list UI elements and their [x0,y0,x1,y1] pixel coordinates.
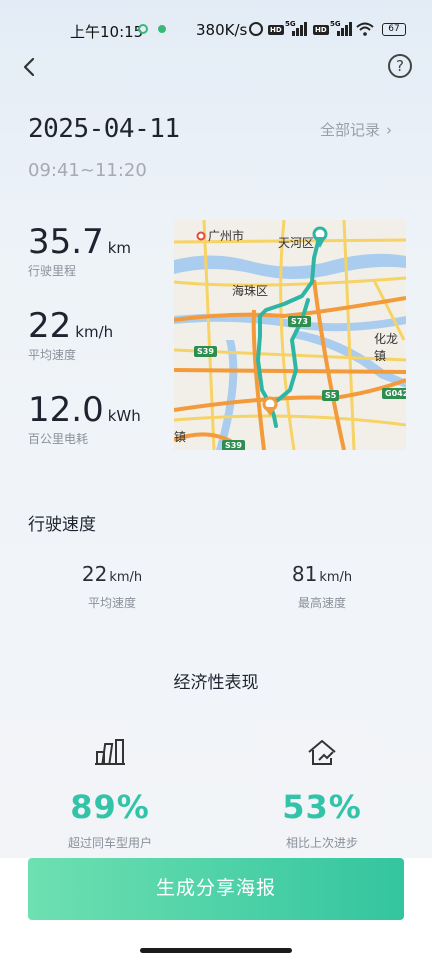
chevron-right-icon: › [386,121,393,139]
economy-rank-percent: 89% [70,788,150,826]
road-shield-g0423: G042 [382,388,406,399]
economy-improve-percent: 53% [282,788,362,826]
economy-improve-label: 相比上次进步 [285,836,358,850]
map-label-city: 广州市 [208,229,245,243]
avg-speed-unit-small: km/h [109,570,143,585]
map-label-tianhe: 天河区 [278,236,315,250]
avg-speed-block: 22 km/h 平均速度 [42,562,182,611]
signal-icon [292,22,310,36]
energy-value: 12.0 [28,390,104,430]
trip-date: 2025-04-11 [28,114,180,144]
trip-time-range: 09:41~11:20 [28,160,147,181]
avg-speed-caption: 平均速度 [87,596,136,610]
sync-icon [138,24,148,34]
battery-icon: 67 [382,23,406,36]
route-map[interactable]: 广州市 天河区 海珠区 化龙镇 镇 S73 S39 S5 G042 S39 [174,220,406,450]
status-bar: 上午10:15 380K/s HD 5G HD 5G 67 [0,0,432,58]
network-speed: 380K/s [196,21,248,39]
max-speed-unit: km/h [319,570,353,585]
road-shield-s39-south: S39 [222,440,245,450]
road-shield-s73: S73 [288,316,311,327]
avg-speed-label: 平均速度 [28,348,77,362]
mileage-value: 35.7 [28,222,104,262]
mileage-label: 行驶里程 [28,264,77,278]
road-shield-s5: S5 [322,390,340,401]
back-icon[interactable] [20,56,40,78]
economy-title: 经济性表现 [173,673,259,693]
map-label-hualong: 化龙镇 [374,332,399,363]
all-records-label: 全部记录 [320,121,381,139]
avg-speed-unit: km/h [75,323,114,341]
hd-icon: HD [313,25,329,35]
map-canvas [174,220,406,450]
avg-speed-value: 22 [28,306,72,346]
alarm-icon [249,22,263,36]
hd-icon: HD [268,25,284,35]
help-icon[interactable]: ? [388,54,412,78]
home-indicator[interactable] [140,948,292,953]
map-label-haizhu: 海珠区 [232,284,269,298]
road-shield-s39: S39 [194,346,217,357]
max-speed-number: 81 [291,562,318,586]
status-time: 上午10:15 [70,23,144,41]
mileage-unit: km [107,239,132,257]
max-speed-block: 81 km/h 最高速度 [252,562,392,611]
economy-improve-block: 53% 相比上次进步 [237,738,407,851]
avg-speed-stat: 22 km/h 平均速度 [28,306,113,363]
economy-rank-block: 89% 超过同车型用户 [25,738,195,851]
avg-speed-number: 22 [81,562,108,586]
wifi-icon [356,22,374,36]
app-notification-icon [158,25,166,33]
energy-unit: kWh [107,407,141,425]
generate-poster-button[interactable]: 生成分享海报 [28,858,404,920]
economy-rank-label: 超过同车型用户 [67,836,152,850]
map-label-zhen: 镇 [174,430,187,444]
bar-chart-icon [95,739,125,765]
signal-icon [337,22,355,36]
all-records-link[interactable]: 全部记录 › [320,119,392,140]
driving-speed-title: 行驶速度 [28,515,96,535]
energy-stat: 12.0 kWh 百公里电耗 [28,390,141,447]
energy-label: 百公里电耗 [28,432,89,446]
max-speed-caption: 最高速度 [297,596,346,610]
mileage-stat: 35.7 km 行驶里程 [28,222,131,279]
growth-house-icon [308,739,336,765]
